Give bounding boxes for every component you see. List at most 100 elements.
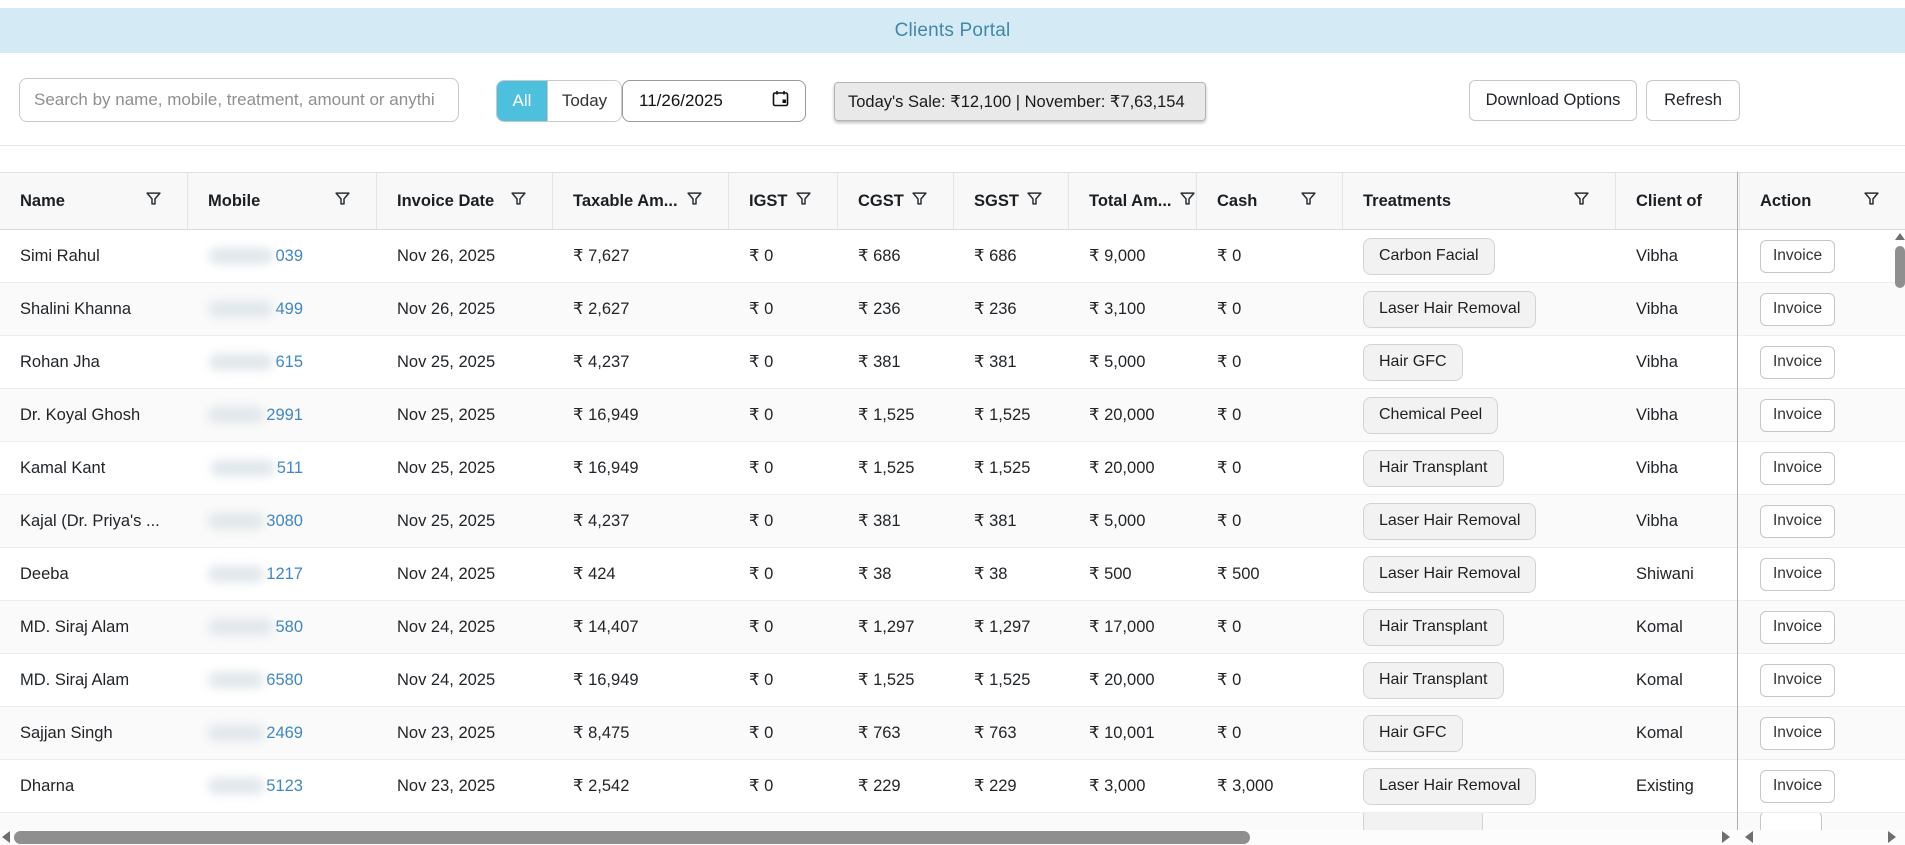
- igst-cell: ₹ 0: [729, 442, 838, 494]
- igst-cell: ₹ 0: [729, 495, 838, 547]
- treatment-cell: Hair Transplant: [1343, 601, 1616, 653]
- table-row: MD. Siraj Alam580Nov 24, 2025₹ 14,407₹ 0…: [0, 601, 1905, 654]
- treatment-badge: Hair GFC: [1363, 715, 1463, 752]
- invoice-button[interactable]: Invoice: [1760, 399, 1835, 432]
- name-cell: Sajjan Singh: [0, 707, 188, 759]
- filter-all-button[interactable]: All: [497, 81, 547, 121]
- treatment-badge: Hair Transplant: [1363, 450, 1504, 487]
- cgst-cell: ₹ 1,525: [838, 389, 954, 441]
- mobile-link[interactable]: 5123: [266, 777, 303, 796]
- table-row: Deeba1217Nov 24, 2025₹ 424₹ 0₹ 38₹ 38₹ 5…: [0, 548, 1905, 601]
- cgst-cell: ₹ 1,525: [838, 442, 954, 494]
- scroll-left-arrow-icon[interactable]: [2, 831, 10, 843]
- mobile-link[interactable]: 580: [275, 618, 303, 637]
- taxable-cell: ₹ 4,237: [553, 336, 729, 388]
- filter-funnel-icon[interactable]: [912, 191, 927, 211]
- scroll-right-arrow-icon[interactable]: [1722, 831, 1730, 843]
- cgst-cell: ₹ 38: [838, 548, 954, 600]
- sgst-cell: ₹ 229: [954, 760, 1069, 812]
- mobile-cell: 1217: [188, 548, 377, 600]
- column-header-sgst: SGST: [954, 173, 1069, 229]
- mobile-link[interactable]: 2469: [266, 724, 303, 743]
- filter-today-button[interactable]: Today: [547, 81, 621, 121]
- mobile-link[interactable]: 2991: [266, 406, 303, 425]
- mobile-link[interactable]: 499: [275, 300, 303, 319]
- invoice-date-cell: Nov 24, 2025: [377, 654, 553, 706]
- invoice-button[interactable]: [1760, 813, 1822, 830]
- column-header-treatments: Treatments: [1343, 173, 1616, 229]
- client-of-cell: Vibha: [1616, 336, 1740, 388]
- column-header-igst: IGST: [729, 173, 838, 229]
- total-cell: ₹ 500: [1069, 548, 1197, 600]
- column-header-total-am: Total Am...: [1069, 173, 1197, 229]
- invoice-button[interactable]: Invoice: [1760, 240, 1835, 273]
- invoice-button[interactable]: Invoice: [1760, 717, 1835, 750]
- treatment-badge: Chemical Peel: [1363, 397, 1498, 434]
- mobile-link[interactable]: 1217: [266, 565, 303, 584]
- treatment-badge: Laser Hair Removal: [1363, 556, 1536, 593]
- date-input[interactable]: 11/26/2025: [622, 80, 806, 122]
- invoice-button[interactable]: Invoice: [1760, 770, 1835, 803]
- treatment-cell: Laser Hair Removal: [1343, 548, 1616, 600]
- mobile-cell: 039: [188, 230, 377, 282]
- column-header-cgst: CGST: [838, 173, 954, 229]
- calendar-icon[interactable]: [772, 90, 789, 112]
- name-cell: Deeba: [0, 548, 188, 600]
- invoice-button[interactable]: Invoice: [1760, 452, 1835, 485]
- refresh-button[interactable]: Refresh: [1646, 80, 1740, 121]
- column-label: Invoice Date: [397, 192, 494, 211]
- treatment-cell: Hair GFC: [1343, 336, 1616, 388]
- toolbar: All Today 11/26/2025 Today's Sale: ₹12,1…: [0, 78, 1905, 124]
- invoice-button[interactable]: Invoice: [1760, 664, 1835, 697]
- column-label: Name: [20, 192, 65, 211]
- invoice-button[interactable]: Invoice: [1760, 611, 1835, 644]
- filter-funnel-icon[interactable]: [511, 191, 526, 211]
- table-header-row: NameMobileInvoice DateTaxable Am...IGSTC…: [0, 172, 1905, 230]
- treatment-cell: Hair Transplant: [1343, 442, 1616, 494]
- mobile-link[interactable]: 511: [277, 459, 303, 478]
- filter-funnel-icon[interactable]: [1301, 191, 1316, 211]
- column-label: Action: [1760, 192, 1811, 211]
- filter-funnel-icon[interactable]: [1574, 191, 1589, 211]
- mobile-cell: 511: [188, 442, 377, 494]
- invoice-button[interactable]: Invoice: [1760, 558, 1835, 591]
- mobile-link[interactable]: 039: [275, 247, 303, 266]
- column-label: Total Am...: [1089, 192, 1172, 211]
- filter-funnel-icon[interactable]: [335, 191, 350, 211]
- mobile-link[interactable]: 6580: [266, 671, 303, 690]
- treatment-cell: Chemical Peel: [1343, 389, 1616, 441]
- igst-cell: ₹ 0: [729, 760, 838, 812]
- pinned-scroll-right-arrow-icon[interactable]: [1888, 831, 1896, 843]
- treatment-badge: Laser Hair Removal: [1363, 291, 1536, 328]
- horizontal-scrollbar-thumb[interactable]: [14, 831, 1250, 844]
- cash-cell: ₹ 0: [1197, 230, 1343, 282]
- mobile-link[interactable]: 615: [275, 353, 303, 372]
- invoice-button[interactable]: Invoice: [1760, 293, 1835, 326]
- cash-cell: ₹ 0: [1197, 283, 1343, 335]
- filter-funnel-icon[interactable]: [146, 191, 161, 211]
- invoice-button[interactable]: Invoice: [1760, 505, 1835, 538]
- client-of-cell: Vibha: [1616, 495, 1740, 547]
- filter-funnel-icon[interactable]: [1864, 191, 1879, 211]
- horizontal-scrollbar-track[interactable]: [0, 830, 1905, 845]
- column-label: Cash: [1217, 192, 1257, 211]
- client-of-cell: Komal: [1616, 601, 1740, 653]
- invoice-button[interactable]: Invoice: [1760, 346, 1835, 379]
- total-cell: ₹ 3,100: [1069, 283, 1197, 335]
- filter-funnel-icon[interactable]: [687, 191, 702, 211]
- scroll-up-arrow-icon[interactable]: [1895, 233, 1905, 240]
- mobile-link[interactable]: 3080: [266, 512, 303, 531]
- filter-funnel-icon[interactable]: [796, 191, 811, 211]
- pinned-scroll-left-arrow-icon[interactable]: [1745, 831, 1753, 843]
- vertical-scrollbar-thumb[interactable]: [1895, 246, 1905, 288]
- filter-funnel-icon[interactable]: [1027, 191, 1042, 211]
- treatment-badge: Laser Hair Removal: [1363, 503, 1536, 540]
- mobile-cell: 3080: [188, 495, 377, 547]
- taxable-cell: ₹ 2,542: [553, 760, 729, 812]
- vertical-scrollbar-track[interactable]: [1893, 230, 1905, 830]
- filter-funnel-icon[interactable]: [1180, 191, 1195, 211]
- search-input[interactable]: [19, 78, 459, 122]
- redacted-mobile-blur: [211, 460, 275, 476]
- treatment-cell: Laser Hair Removal: [1343, 495, 1616, 547]
- download-options-button[interactable]: Download Options: [1469, 80, 1637, 121]
